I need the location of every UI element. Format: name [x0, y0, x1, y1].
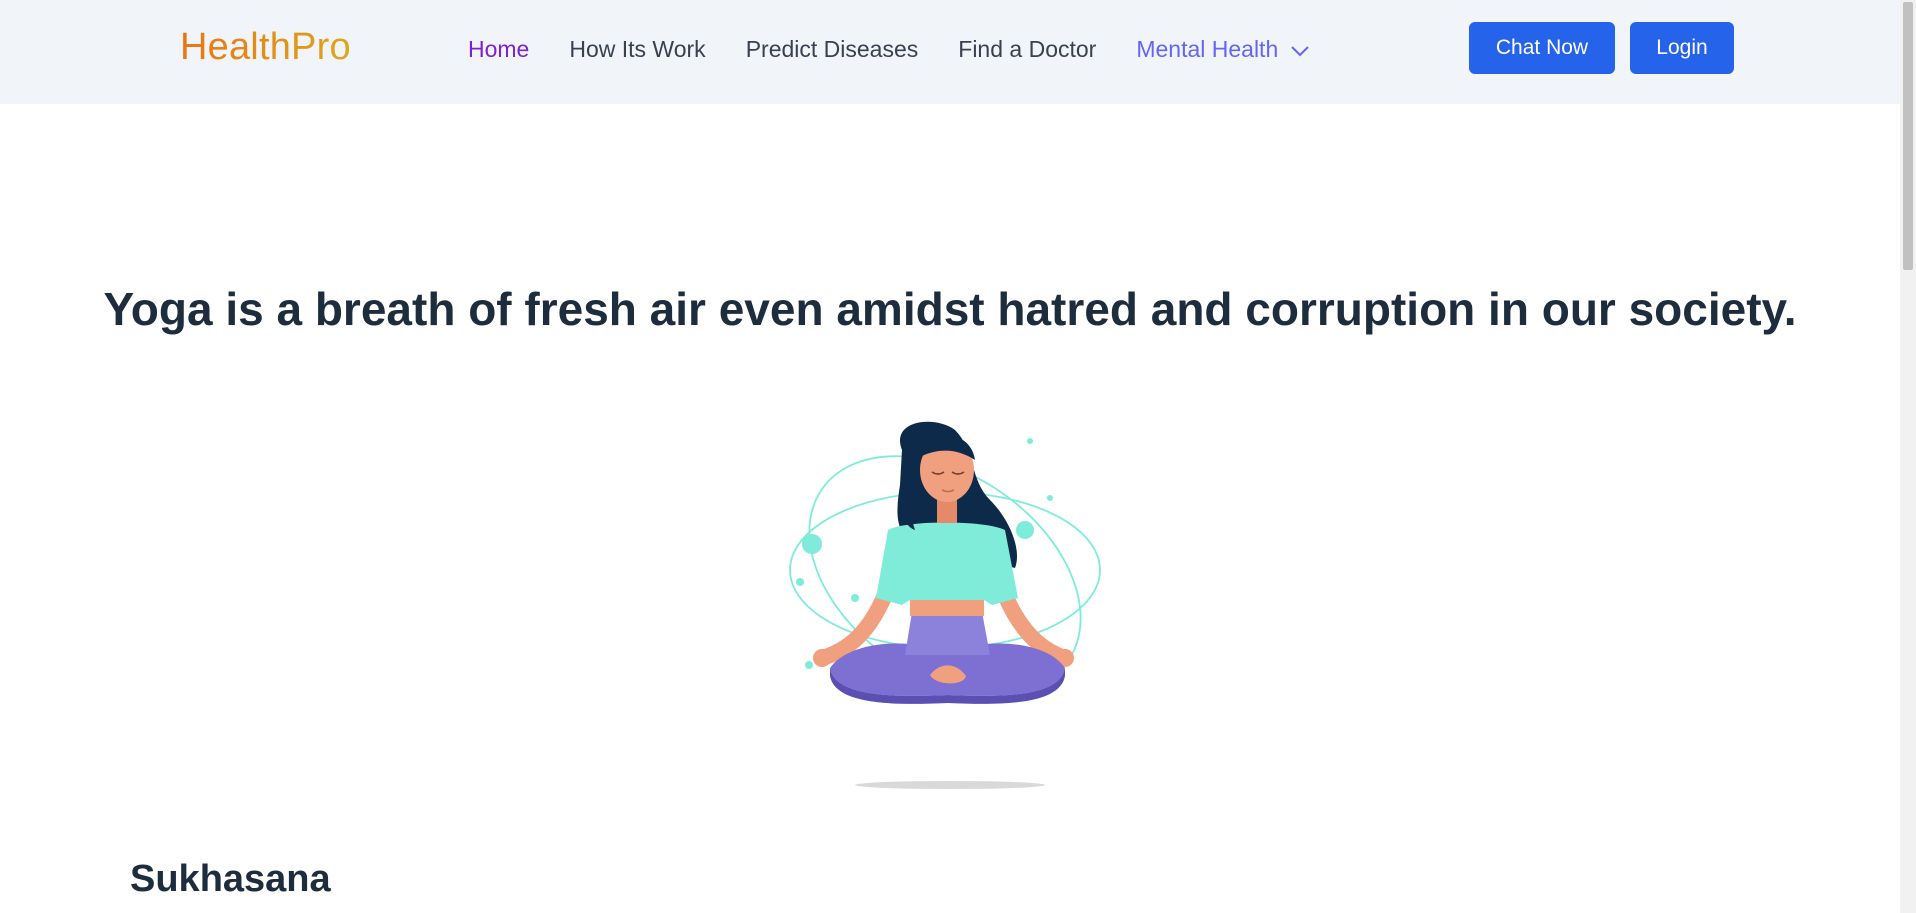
main-nav: Home How Its Work Predict Diseases Find …	[468, 36, 1350, 63]
nav-mental-health-dropdown[interactable]: Mental Health	[1136, 36, 1310, 63]
chat-now-button[interactable]: Chat Now	[1469, 22, 1615, 74]
scrollbar-thumb[interactable]	[1903, 2, 1913, 270]
meditating-woman-image	[789, 421, 1101, 789]
meditation-illustration	[760, 400, 1120, 800]
section-title: Sukhasana	[130, 858, 331, 900]
nav-how-its-work[interactable]: How Its Work	[569, 36, 705, 63]
chevron-down-icon	[1290, 36, 1310, 63]
hero-title: Yoga is a breath of fresh air even amids…	[103, 283, 1797, 335]
nav-predict-diseases[interactable]: Predict Diseases	[746, 36, 919, 63]
vertical-scrollbar[interactable]	[1900, 0, 1916, 913]
top-navbar: HealthPro Home How Its Work Predict Dise…	[0, 0, 1900, 104]
nav-mental-health-label: Mental Health	[1136, 36, 1279, 62]
brand-logo[interactable]: HealthPro	[180, 26, 351, 69]
nav-find-a-doctor[interactable]: Find a Doctor	[958, 36, 1096, 63]
nav-home[interactable]: Home	[468, 36, 529, 63]
login-button[interactable]: Login	[1630, 22, 1734, 74]
